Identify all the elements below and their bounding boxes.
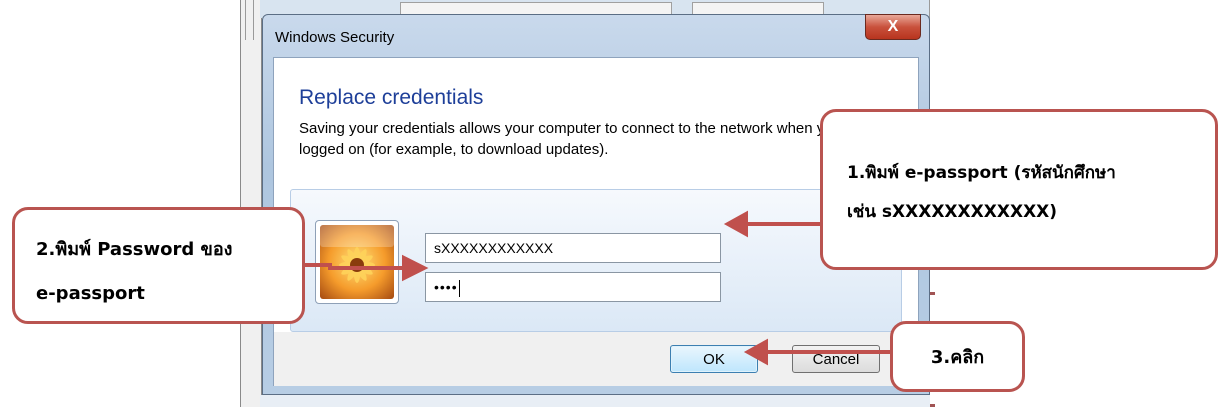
arrow-to-password [305,263,406,270]
callout-step-2: 2.พิมพ์ Password ของ e-passport [12,207,305,324]
callout-step-2-line-1: 2.พิมพ์ Password ของ [36,239,233,260]
callout-step-1-line-1: 1.พิมพ์ e-passport (รหัสนักศึกษา [847,163,1116,183]
arrow-head-username [723,210,748,238]
callout-step-1: 1.พิมพ์ e-passport (รหัสนักศึกษา เช่น sX… [820,109,1218,270]
callout-step-2-line-2: e-passport [36,283,145,304]
callout-step-3: 3.คลิก [890,321,1025,392]
callout-step-3-text: 3.คลิก [930,347,985,368]
callout-step-1-line-2: เช่น sXXXXXXXXXXXX) [847,202,1058,222]
arrow-head-ok [743,338,768,366]
arrow-head-password [402,254,429,282]
